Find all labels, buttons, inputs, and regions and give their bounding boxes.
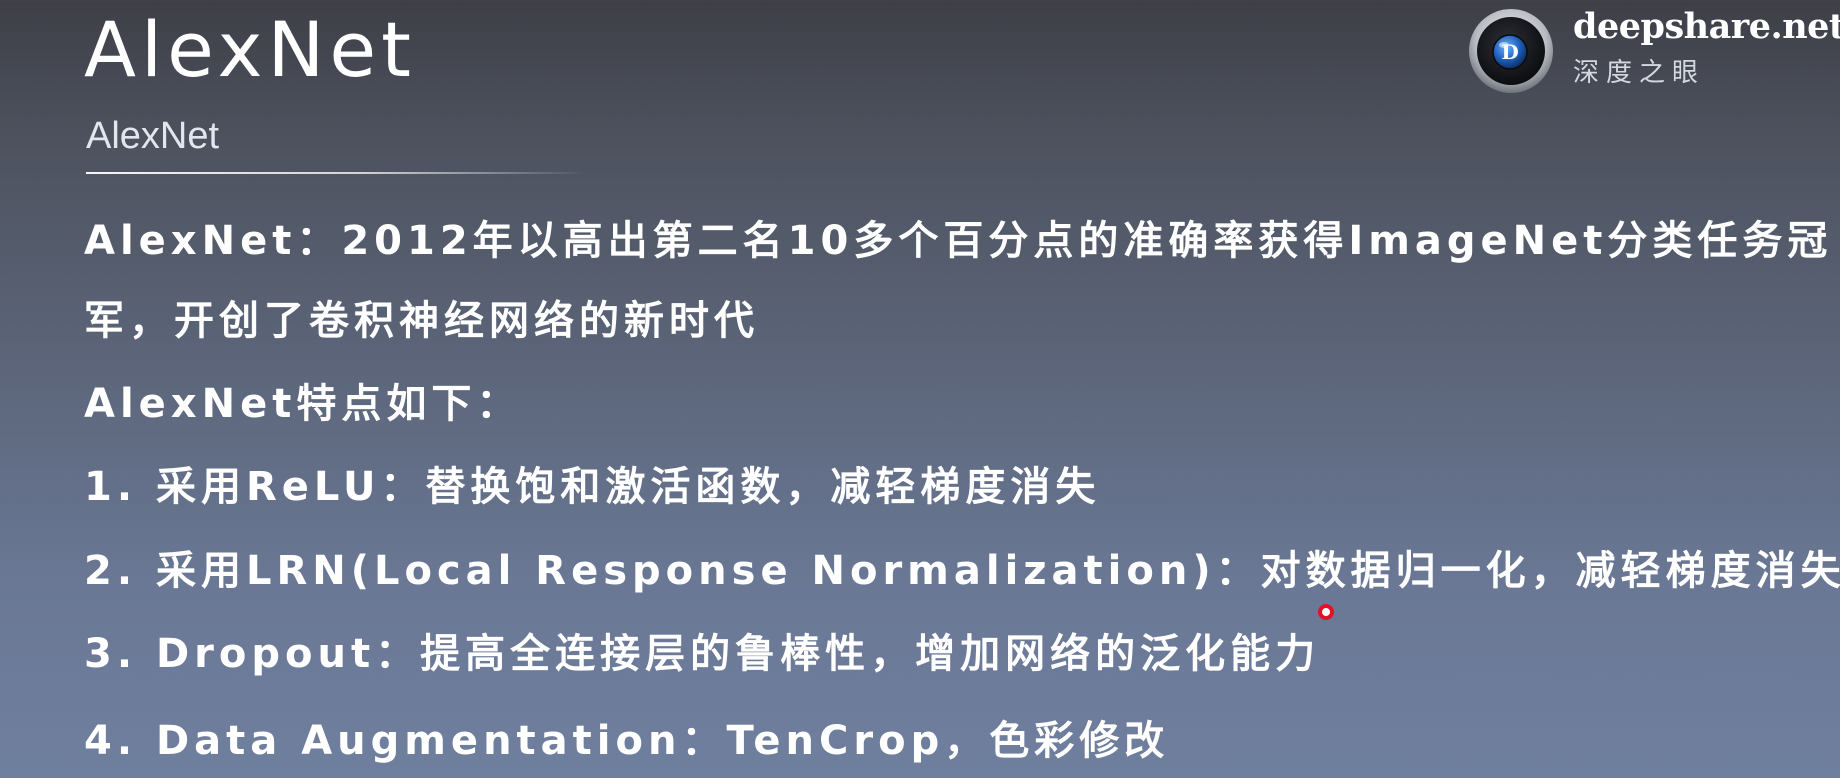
feature-item-data-augmentation: 4. Data Augmentation：TenCrop，色彩修改	[84, 718, 1170, 764]
logo-name: deepshare.net	[1573, 6, 1840, 47]
pointer-cursor	[1318, 604, 1334, 620]
feature-item-lrn: 2. 采用LRN(Local Response Normalization)：对…	[84, 548, 1840, 594]
logo-badge-letter: D	[1501, 40, 1518, 64]
slide-title: AlexNet	[84, 5, 416, 94]
features-heading: AlexNet特点如下：	[84, 381, 522, 427]
feature-item-dropout: 3. Dropout：提高全连接层的鲁棒性，增加网络的泛化能力	[84, 631, 1321, 677]
intro-line-1: AlexNet：2012年以高出第二名10多个百分点的准确率获得ImageNet…	[84, 218, 1833, 264]
deepshare-eye-icon: D	[1469, 9, 1553, 93]
slide-subtitle: AlexNet	[86, 115, 220, 157]
title-divider	[86, 172, 586, 174]
deepshare-logo: D deepshare.net 深度之眼	[1465, 6, 1840, 98]
feature-item-relu: 1. 采用ReLU：替换饱和激活函数，减轻梯度消失	[84, 464, 1101, 510]
intro-line-2: 军，开创了卷积神经网络的新时代	[84, 298, 759, 344]
logo-chinese-name: 深度之眼	[1573, 58, 1706, 88]
